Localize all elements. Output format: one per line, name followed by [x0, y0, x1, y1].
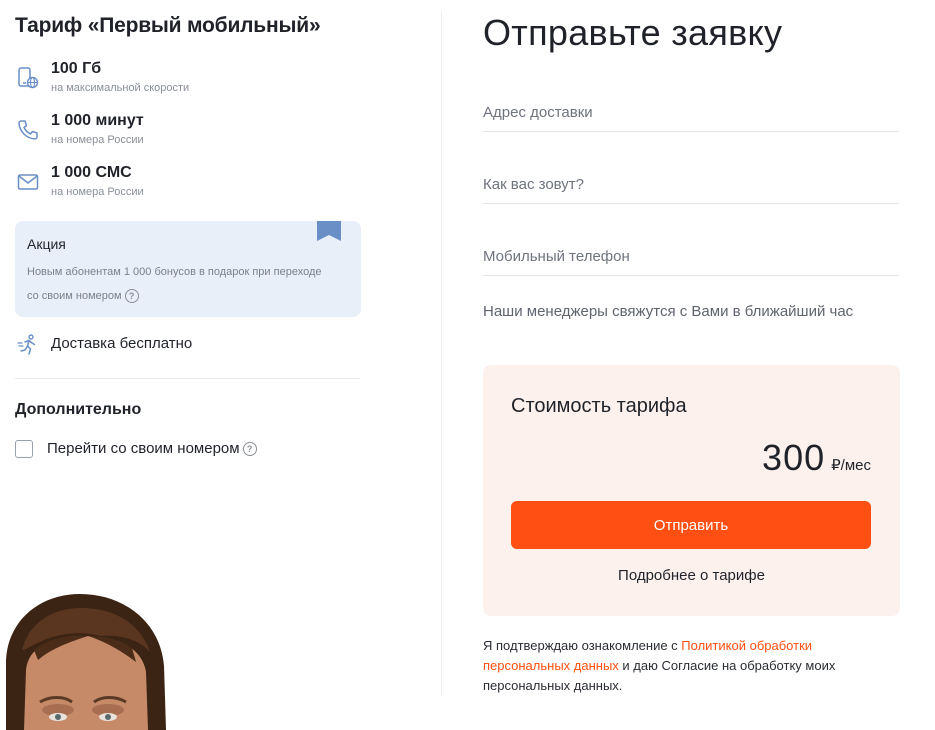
running-courier-icon: [17, 334, 36, 355]
submit-button[interactable]: Отправить: [511, 501, 871, 549]
promo-description: Новым абонентам 1 000 бонусов в подарок …: [27, 266, 322, 302]
tariff-panel: Тариф «Первый мобильный» 100 Гб на макси…: [0, 0, 420, 730]
promo-text: Новым абонентам 1 000 бонусов в подарок …: [27, 260, 327, 308]
feature-value: 1 000 СМС: [51, 164, 132, 181]
person-face-image: [6, 594, 166, 730]
price-card-title: Стоимость тарифа: [511, 395, 687, 417]
tariff-details-link[interactable]: Подробнее о тарифе: [483, 567, 900, 584]
price: 300 ₽/мес: [762, 437, 871, 479]
feature-value: 100 Гб: [51, 60, 102, 77]
feature-value: 1 000 минут: [51, 112, 144, 129]
manager-note: Наши менеджеры свяжутся с Вами в ближайш…: [483, 303, 854, 320]
envelope-icon: [17, 174, 39, 190]
help-icon[interactable]: ?: [124, 289, 139, 304]
name-input[interactable]: [483, 169, 899, 199]
name-field[interactable]: [483, 169, 899, 204]
phone-input[interactable]: [483, 241, 899, 271]
consent-text: Я подтверждаю ознакомление с Политикой о…: [483, 636, 883, 696]
request-form: Отправьте заявку Наши менеджеры свяжутся…: [483, 0, 903, 730]
feature-caption: на номера России: [51, 134, 144, 146]
bookmark-icon: [317, 221, 341, 241]
feature-internet: 100 Гб на максимальной скорости: [16, 60, 376, 104]
form-title: Отправьте заявку: [483, 12, 783, 53]
delivery-address-input[interactable]: [483, 97, 899, 127]
feature-sms: 1 000 СМС на номера России: [16, 164, 376, 208]
extra-title: Дополнительно: [15, 401, 142, 418]
price-amount: 300: [762, 437, 826, 478]
feature-caption: на максимальной скорости: [51, 82, 190, 94]
consent-before: Я подтверждаю ознакомление с: [483, 638, 682, 653]
help-icon[interactable]: ?: [242, 442, 257, 457]
keep-number-checkbox[interactable]: [15, 440, 33, 458]
price-card: Стоимость тарифа 300 ₽/мес Отправить Подр…: [483, 365, 900, 616]
keep-number-text[interactable]: Перейти со своим номером: [47, 440, 240, 457]
feature-caption: на номера России: [51, 186, 144, 198]
phone-icon: [18, 120, 38, 140]
promo-title: Акция: [27, 236, 66, 252]
feature-minutes: 1 000 минут на номера России: [16, 112, 376, 156]
section-divider: [15, 378, 360, 379]
keep-number-label[interactable]: Перейти со своим номером?: [47, 440, 257, 457]
promo-card: Акция Новым абонентам 1 000 бонусов в по…: [15, 221, 361, 317]
delivery-address-field[interactable]: [483, 97, 899, 132]
price-unit: ₽/мес: [831, 457, 871, 474]
delivery-text: Доставка бесплатно: [51, 335, 193, 352]
delivery-info: Доставка бесплатно: [16, 333, 356, 357]
plan-title: Тариф «Первый мобильный»: [15, 14, 321, 37]
phone-field[interactable]: [483, 241, 899, 276]
column-divider: [441, 12, 442, 696]
mobile-internet-icon: [18, 67, 39, 89]
